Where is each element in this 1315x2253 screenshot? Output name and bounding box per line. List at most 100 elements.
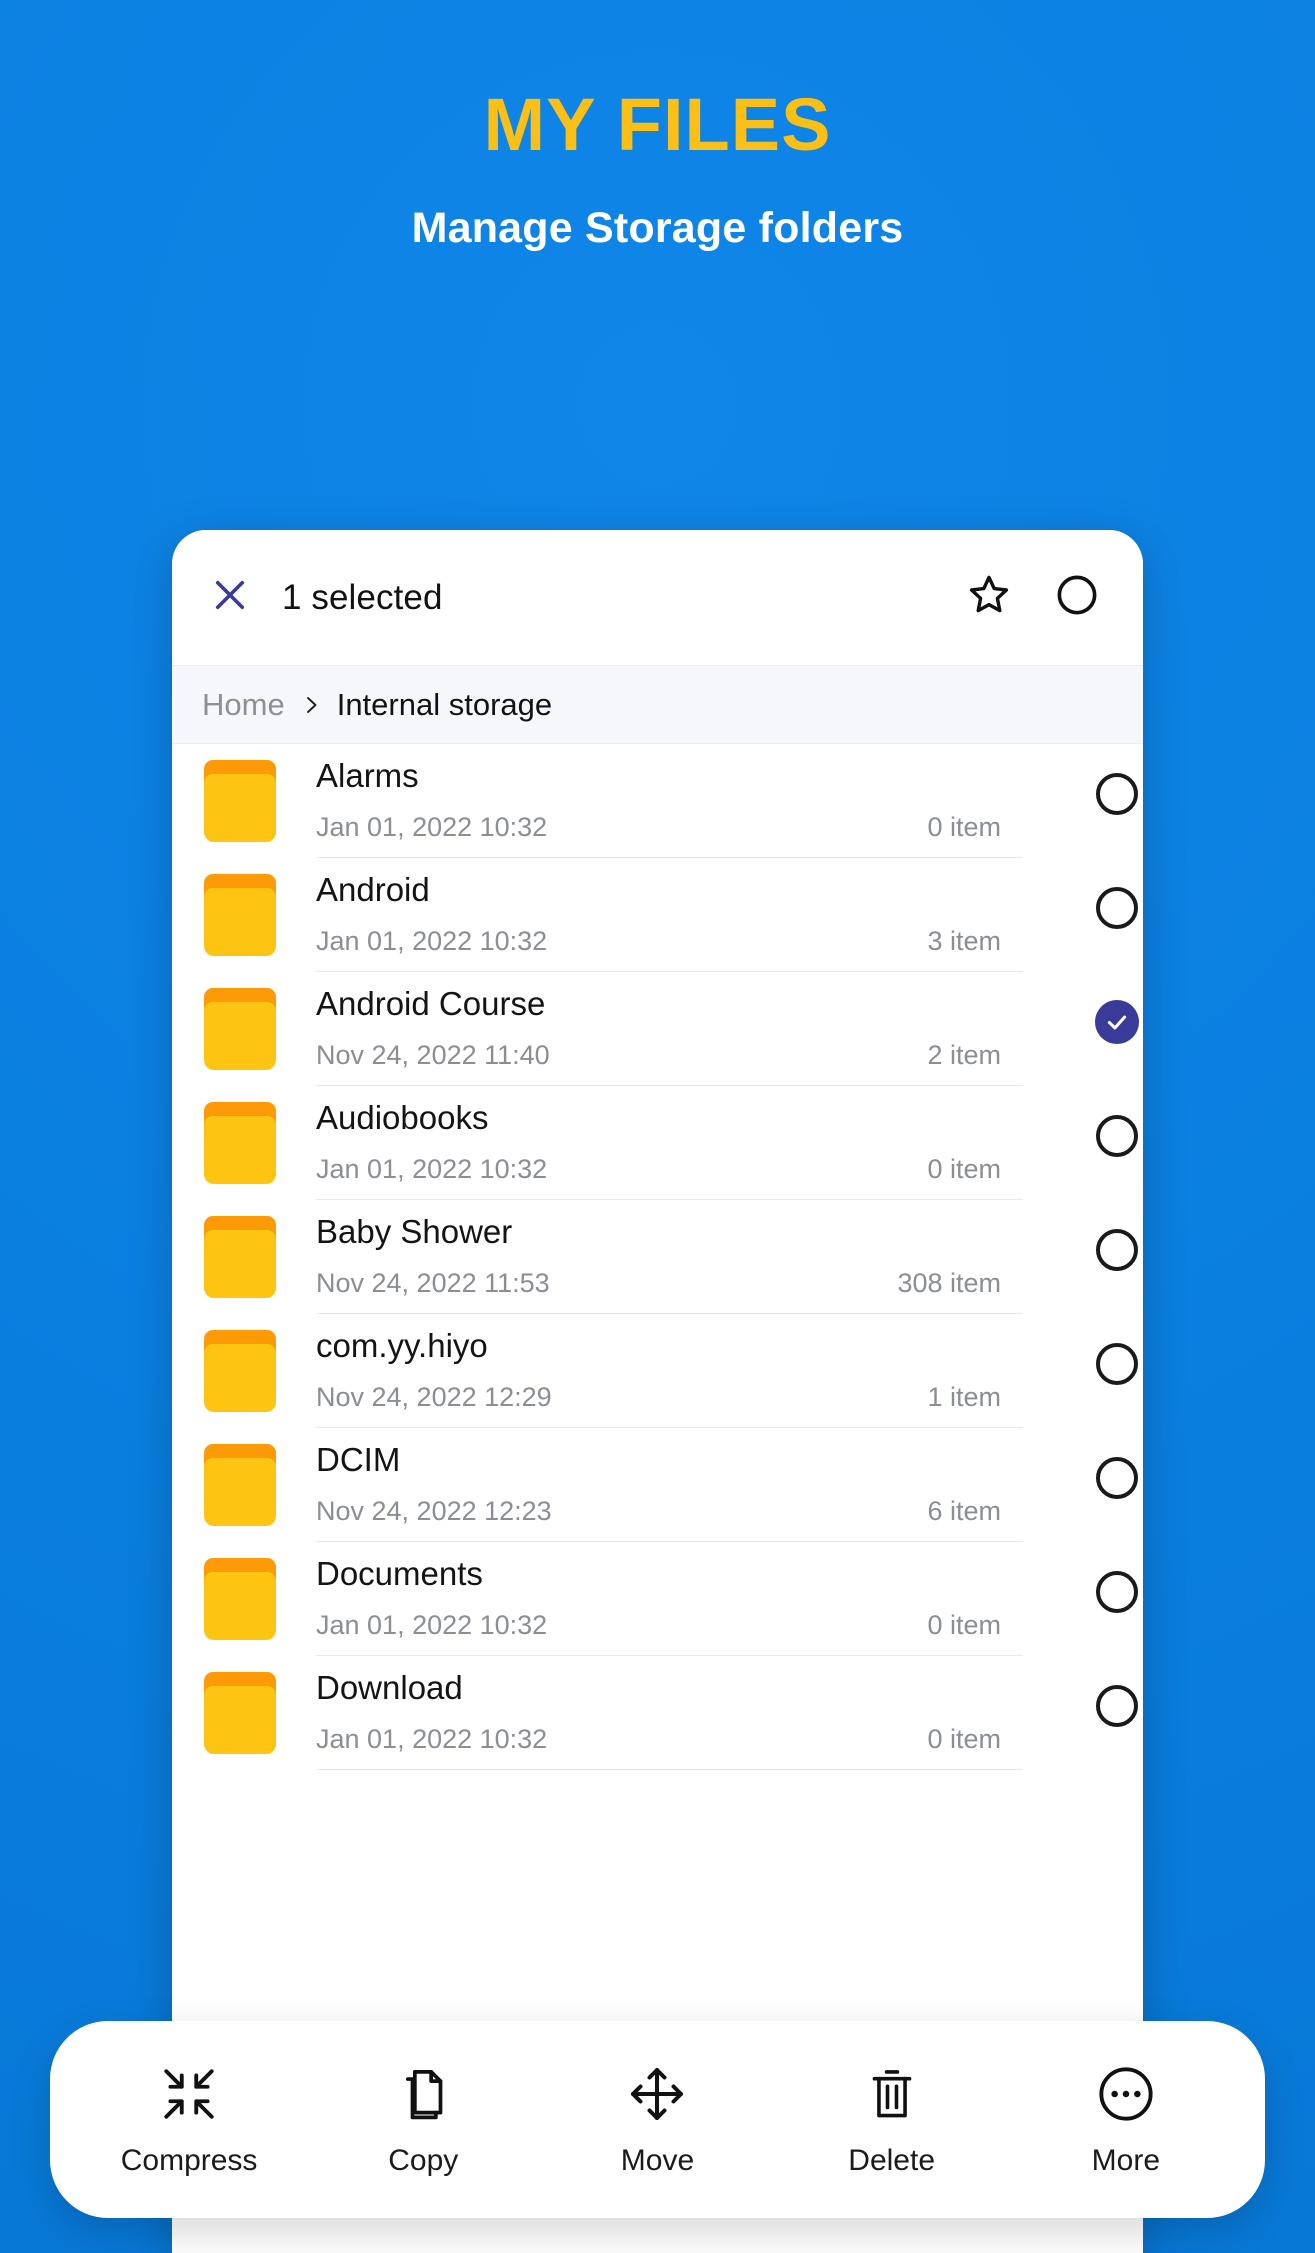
circle-unchecked-icon (1096, 1571, 1138, 1613)
table-row[interactable]: Audiobooks Jan 01, 2022 10:32 0 item (172, 1086, 1143, 1200)
close-selection-button[interactable] (202, 570, 258, 626)
file-row-content: Android Course Nov 24, 2022 11:40 2 item (316, 972, 1023, 1086)
file-checkbox[interactable] (1023, 972, 1143, 1086)
file-checkbox[interactable] (1023, 1428, 1143, 1542)
file-name: Android (316, 871, 430, 908)
file-meta: Jan 01, 2022 10:32 0 item (316, 1154, 1001, 1185)
table-row[interactable]: Baby Shower Nov 24, 2022 11:53 308 item (172, 1200, 1143, 1314)
file-item-count: 6 item (927, 1496, 1001, 1526)
folder-icon (204, 760, 276, 842)
circle-unchecked-icon (1096, 1685, 1138, 1727)
circle-checked-icon (1095, 1000, 1139, 1044)
file-date: Nov 24, 2022 12:23 (316, 1496, 552, 1526)
file-meta: Jan 01, 2022 10:32 0 item (316, 1610, 1001, 1641)
close-icon (209, 574, 251, 621)
file-date: Nov 24, 2022 11:53 (316, 1268, 550, 1298)
file-checkbox[interactable] (1023, 1086, 1143, 1200)
copy-button[interactable]: Copy (323, 2062, 523, 2178)
breadcrumb-current[interactable]: Internal storage (337, 687, 552, 723)
file-name: Alarms (316, 757, 419, 794)
file-meta: Jan 01, 2022 10:32 0 item (316, 812, 1001, 843)
more-horizontal-icon (1097, 2062, 1155, 2126)
page-title: MY FILES (483, 83, 832, 166)
file-checkbox[interactable] (1023, 1656, 1143, 1770)
file-date: Jan 01, 2022 10:32 (316, 926, 548, 956)
file-meta: Nov 24, 2022 11:53 308 item (316, 1268, 1001, 1299)
circle-unchecked-icon (1096, 773, 1138, 815)
selection-appbar: 1 selected (172, 530, 1143, 666)
file-date: Jan 01, 2022 10:32 (316, 1724, 548, 1754)
file-row-content: Documents Jan 01, 2022 10:32 0 item (316, 1542, 1023, 1656)
folder-icon (204, 1672, 276, 1754)
selection-count-label: 1 selected (282, 577, 443, 617)
phone-mockup: 1 selected Home Internal storage Alarms … (172, 530, 1143, 2253)
file-item-count: 0 item (927, 812, 1001, 842)
file-name: Android Course (316, 985, 546, 1022)
compress-button[interactable]: Compress (89, 2062, 289, 2178)
file-name: DCIM (316, 1441, 401, 1478)
file-meta: Jan 01, 2022 10:32 0 item (316, 1724, 1001, 1755)
file-name: Download (316, 1669, 463, 1706)
table-row[interactable]: com.yy.hiyo Nov 24, 2022 12:29 1 item (172, 1314, 1143, 1428)
move-icon (627, 2062, 687, 2126)
file-list[interactable]: Alarms Jan 01, 2022 10:32 0 item Android Jan… (172, 744, 1143, 1770)
file-item-count: 0 item (927, 1724, 1001, 1754)
file-row-content: Baby Shower Nov 24, 2022 11:53 308 item (316, 1200, 1023, 1314)
folder-icon (204, 1330, 276, 1412)
table-row[interactable]: Alarms Jan 01, 2022 10:32 0 item (172, 744, 1143, 858)
file-name: Documents (316, 1555, 483, 1592)
file-checkbox[interactable] (1023, 1542, 1143, 1656)
more-button[interactable]: More (1026, 2062, 1226, 2178)
file-item-count: 1 item (927, 1382, 1001, 1412)
breadcrumb: Home Internal storage (172, 666, 1143, 744)
circle-unchecked-icon (1096, 1229, 1138, 1271)
file-row-content: Android Jan 01, 2022 10:32 3 item (316, 858, 1023, 972)
move-button[interactable]: Move (557, 2062, 757, 2178)
file-checkbox[interactable] (1023, 1200, 1143, 1314)
file-item-count: 3 item (927, 926, 1001, 956)
delete-button[interactable]: Delete (792, 2062, 992, 2178)
file-name: com.yy.hiyo (316, 1327, 488, 1364)
table-row[interactable]: Android Jan 01, 2022 10:32 3 item (172, 858, 1143, 972)
table-row[interactable]: DCIM Nov 24, 2022 12:23 6 item (172, 1428, 1143, 1542)
file-date: Nov 24, 2022 11:40 (316, 1040, 550, 1070)
star-outline-icon (965, 571, 1013, 624)
table-row[interactable]: Documents Jan 01, 2022 10:32 0 item (172, 1542, 1143, 1656)
file-meta: Nov 24, 2022 12:23 6 item (316, 1496, 1001, 1527)
circle-unchecked-icon (1096, 1115, 1138, 1157)
hero-section: MY FILES Manage Storage folders (0, 0, 1315, 253)
file-row-content: com.yy.hiyo Nov 24, 2022 12:29 1 item (316, 1314, 1023, 1428)
file-date: Jan 01, 2022 10:32 (316, 812, 548, 842)
file-row-content: Audiobooks Jan 01, 2022 10:32 0 item (316, 1086, 1023, 1200)
select-all-button[interactable] (1049, 570, 1105, 626)
file-item-count: 308 item (897, 1268, 1001, 1298)
table-row[interactable]: Android Course Nov 24, 2022 11:40 2 item (172, 972, 1143, 1086)
file-item-count: 0 item (927, 1154, 1001, 1184)
file-date: Jan 01, 2022 10:32 (316, 1610, 548, 1640)
folder-icon (204, 1558, 276, 1640)
breadcrumb-home[interactable]: Home (202, 687, 285, 723)
file-checkbox[interactable] (1023, 1314, 1143, 1428)
table-row[interactable]: Download Jan 01, 2022 10:32 0 item (172, 1656, 1143, 1770)
file-meta: Nov 24, 2022 12:29 1 item (316, 1382, 1001, 1413)
compress-icon (160, 2062, 218, 2126)
folder-icon (204, 1444, 276, 1526)
circle-unchecked-icon (1054, 572, 1100, 623)
favorite-button[interactable] (961, 570, 1017, 626)
trash-icon (865, 2062, 919, 2126)
tool-label: Copy (388, 2143, 459, 2177)
tool-label: Move (620, 2143, 695, 2177)
folder-icon (204, 874, 276, 956)
file-checkbox[interactable] (1023, 858, 1143, 972)
file-meta: Jan 01, 2022 10:32 3 item (316, 926, 1001, 957)
circle-unchecked-icon (1096, 1457, 1138, 1499)
file-checkbox[interactable] (1023, 744, 1143, 858)
tool-label: Compress (120, 2143, 258, 2177)
file-date: Nov 24, 2022 12:29 (316, 1382, 552, 1412)
folder-icon (204, 1102, 276, 1184)
file-date: Jan 01, 2022 10:32 (316, 1154, 548, 1184)
folder-icon (204, 988, 276, 1070)
page-subtitle: Manage Storage folders (411, 204, 904, 252)
file-row-content: Alarms Jan 01, 2022 10:32 0 item (316, 744, 1023, 858)
circle-unchecked-icon (1096, 1343, 1138, 1385)
